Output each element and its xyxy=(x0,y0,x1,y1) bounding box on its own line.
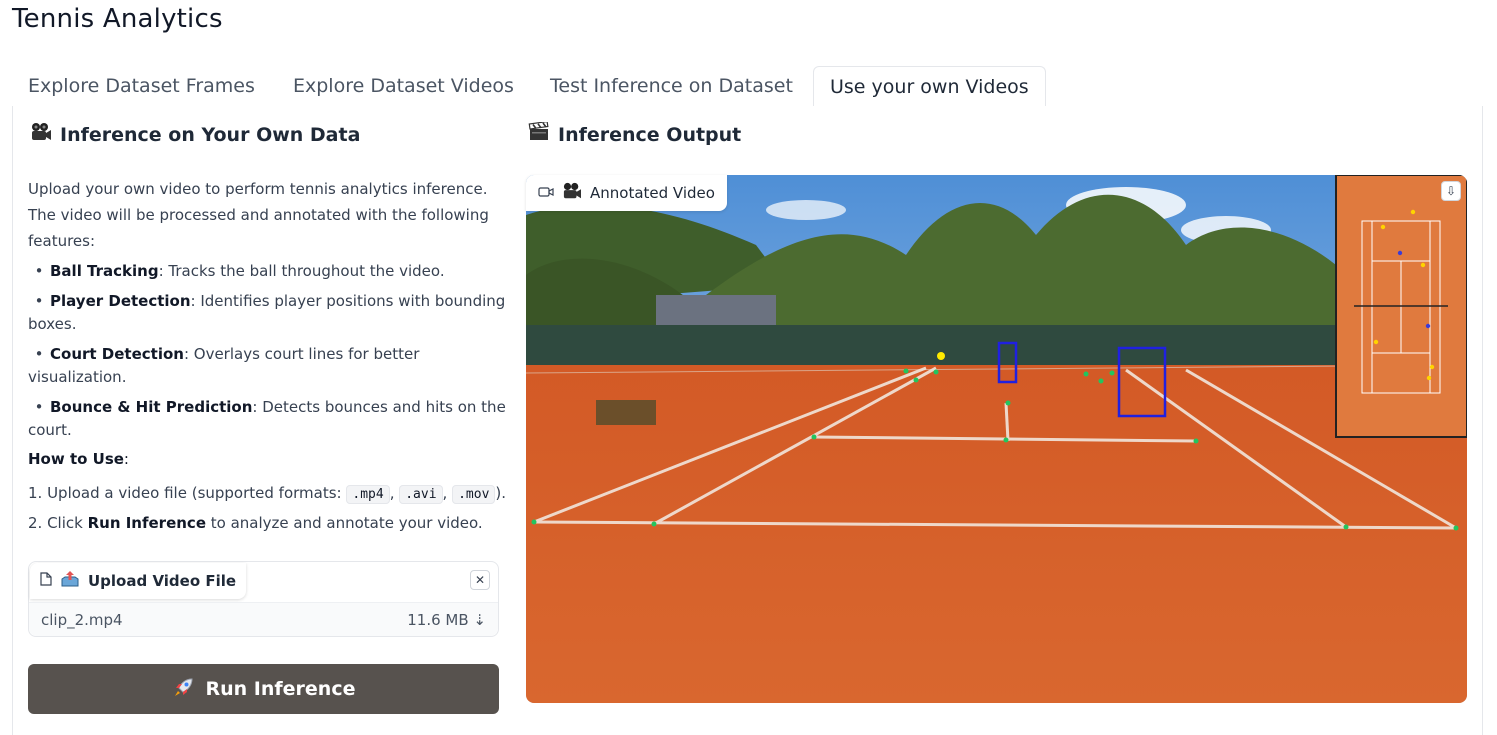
feature-item: • Ball Tracking: Tracks the ball througho… xyxy=(34,262,445,280)
rocket-icon xyxy=(172,675,196,704)
tab-explore-dataset-frames[interactable]: Explore Dataset Frames xyxy=(12,66,271,107)
feature-list: • Ball Tracking: Tracks the ball througho… xyxy=(28,260,508,449)
format-mp4: .mp4 xyxy=(346,485,390,504)
video-icon xyxy=(538,184,554,202)
feature-text: : Tracks the ball throughout the video. xyxy=(158,262,445,280)
file-size-wrap: 11.6 MB ⇣ xyxy=(407,611,486,629)
left-title-text: Inference on Your Own Data xyxy=(60,123,361,146)
movie-camera-icon xyxy=(30,122,52,147)
feature-name: Bounce & Hit Prediction xyxy=(50,398,253,416)
feature-name: Player Detection xyxy=(50,292,191,310)
movie-camera-icon xyxy=(562,182,582,204)
outbox-tray-icon xyxy=(60,570,80,592)
clear-file-button[interactable]: ✕ xyxy=(470,570,490,590)
feature-item: • Court Detection: Overlays court lines f… xyxy=(28,345,420,386)
feature-item: • Bounce & Hit Prediction: Detects bounce… xyxy=(28,398,506,439)
format-avi: .avi xyxy=(399,485,443,504)
right-section-title: Inference Output xyxy=(528,120,742,147)
run-inference-button[interactable]: Run Inference xyxy=(28,664,499,714)
run-inference-label: Run Inference xyxy=(205,678,356,700)
feature-item: • Player Detection: Identifies player pos… xyxy=(28,292,506,333)
annotated-video-player[interactable] xyxy=(526,175,1467,703)
file-icon xyxy=(40,572,52,590)
description: Upload your own video to perform tennis … xyxy=(28,180,489,250)
how-to-use-heading: How to Use: xyxy=(28,450,129,468)
feature-name: Ball Tracking xyxy=(50,262,159,280)
file-size: 11.6 MB xyxy=(407,610,469,629)
video-frame xyxy=(526,175,1467,703)
tab-bar: Explore Dataset Frames Explore Dataset V… xyxy=(12,66,1483,108)
app-title: Tennis Analytics xyxy=(12,4,223,34)
tab-use-your-own-videos[interactable]: Use your own Videos xyxy=(813,66,1046,108)
video-label-text: Annotated Video xyxy=(590,184,715,202)
clapper-board-icon xyxy=(528,120,550,147)
download-arrow-icon[interactable]: ⇣ xyxy=(473,611,486,629)
video-label: Annotated Video xyxy=(526,175,727,211)
download-video-button[interactable]: ⇩ xyxy=(1441,181,1461,201)
step-1: 1. Upload a video file (supported format… xyxy=(28,484,507,504)
right-title-text: Inference Output xyxy=(558,123,742,146)
uploaded-file-row[interactable]: clip_2.mp4 11.6 MB ⇣ xyxy=(29,602,498,636)
tab-explore-dataset-videos[interactable]: Explore Dataset Videos xyxy=(277,66,530,107)
format-mov: .mov xyxy=(452,485,496,504)
how-to-steps: 1. Upload a video file (supported format… xyxy=(28,480,506,540)
file-name: clip_2.mp4 xyxy=(41,610,123,629)
file-upload[interactable]: Upload Video File ✕ clip_2.mp4 11.6 MB ⇣ xyxy=(28,561,499,637)
upload-label-text: Upload Video File xyxy=(88,572,237,590)
step-2: 2. Click Run Inference to analyze and an… xyxy=(28,514,483,532)
tab-test-inference[interactable]: Test Inference on Dataset xyxy=(534,66,809,107)
left-section-title: Inference on Your Own Data xyxy=(30,122,360,147)
upload-label: Upload Video File xyxy=(30,563,247,599)
feature-name: Court Detection xyxy=(50,345,184,363)
